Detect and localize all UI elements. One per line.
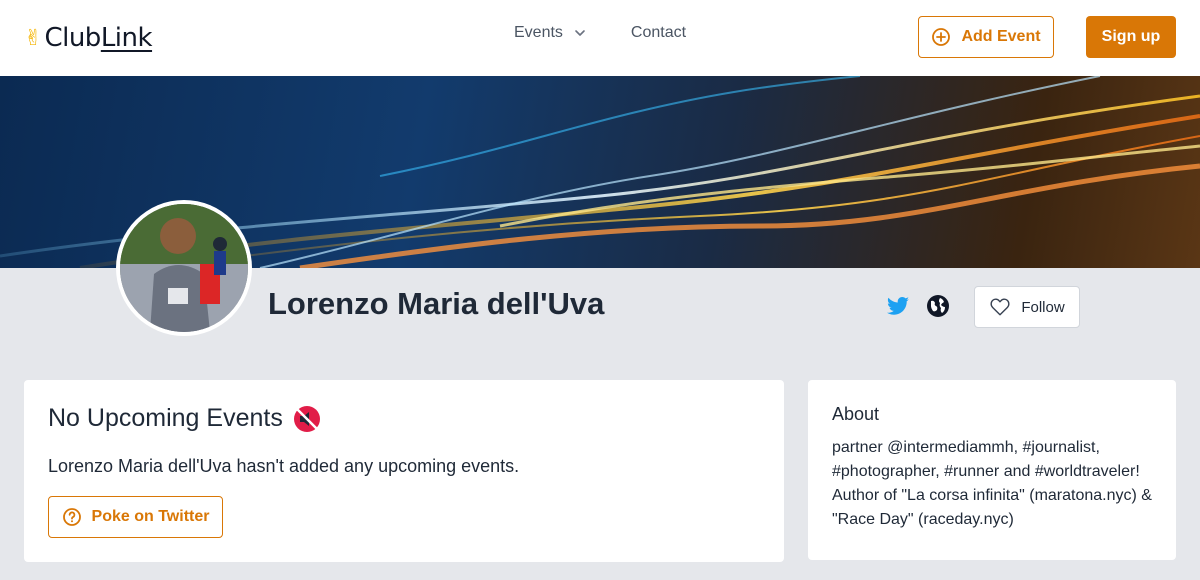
events-title-text: No Upcoming Events [48, 404, 283, 432]
follow-label: Follow [1021, 298, 1065, 316]
victory-hand-icon: ✌ [24, 25, 43, 50]
twitter-icon[interactable] [886, 294, 910, 318]
plus-circle-icon [932, 28, 951, 46]
nav-contact-label: Contact [630, 24, 687, 41]
signup-label: Sign up [1101, 28, 1161, 45]
heart-outline-icon [990, 298, 1010, 316]
logo[interactable]: ✌ ClubLink [24, 20, 153, 56]
add-event-button[interactable]: Add Event [918, 16, 1054, 58]
chevron-down-icon [575, 30, 585, 36]
avatar-photo [120, 204, 248, 332]
follow-button[interactable]: Follow [974, 286, 1080, 328]
poke-label: Poke on Twitter [91, 508, 210, 525]
about-bio: partner @intermediammh, #journalist, #ph… [832, 439, 1152, 528]
globe-icon[interactable] [926, 294, 950, 318]
logo-text: ClubLink [44, 23, 153, 53]
site-header: ✌ ClubLink Events Contact Add Event Sign… [0, 0, 1200, 76]
nav-events-label: Events [514, 24, 563, 41]
muted-speaker-icon [293, 405, 320, 432]
about-title: About [832, 404, 880, 424]
question-circle-icon [62, 508, 81, 526]
add-event-label: Add Event [961, 28, 1041, 45]
profile-avatar [116, 200, 252, 336]
events-title: No Upcoming Events [48, 404, 321, 433]
main-nav: Events Contact [514, 24, 686, 42]
nav-contact-link[interactable]: Contact [631, 24, 686, 42]
about-card: About partner @intermediammh, #journalis… [808, 380, 1176, 560]
events-card: No Upcoming Events Lorenzo Maria dell'Uv… [24, 380, 784, 562]
signup-button[interactable]: Sign up [1086, 16, 1176, 58]
poke-on-twitter-button[interactable]: Poke on Twitter [48, 496, 223, 538]
nav-events-dropdown[interactable]: Events [514, 24, 587, 42]
profile-name: Lorenzo Maria dell'Uva [268, 286, 605, 321]
events-message: Lorenzo Maria dell'Uva hasn't added any … [48, 456, 520, 476]
